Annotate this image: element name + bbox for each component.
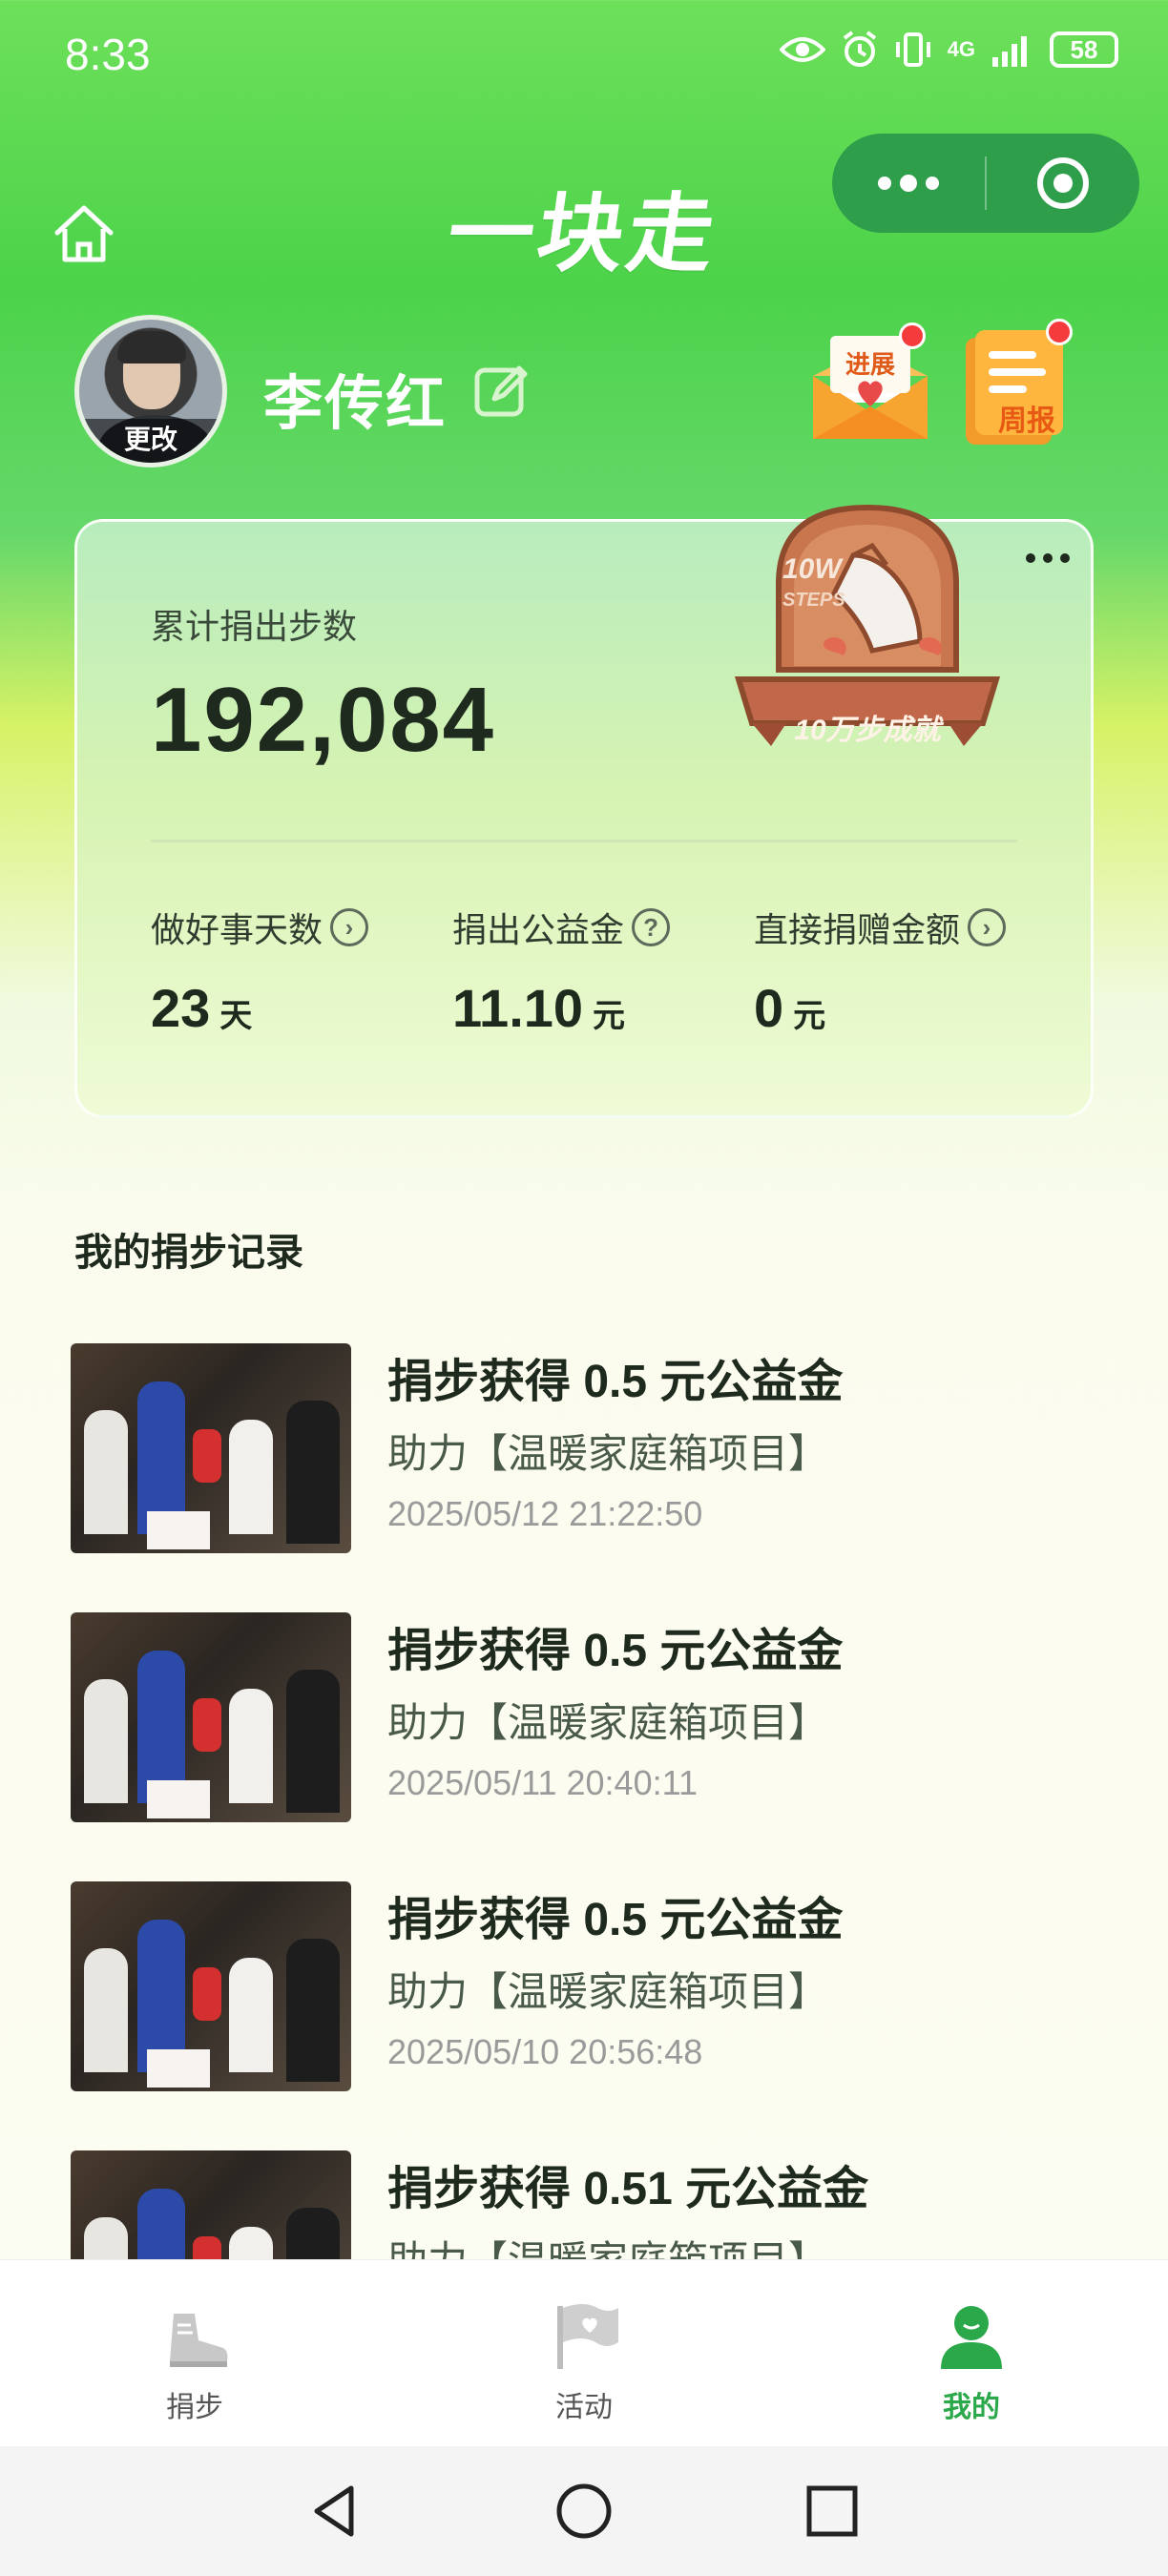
weekly-report-badge[interactable]: 周报 — [960, 319, 1073, 450]
flag-icon — [557, 2304, 618, 2369]
achievement-top: 10W — [782, 553, 842, 585]
recents-icon[interactable] — [802, 2481, 863, 2542]
eye-icon — [779, 37, 825, 62]
achievement-badge[interactable]: 10W STEPS 10万步成就 — [729, 498, 1006, 775]
record-title: 捐步获得 0.5 元公益金 — [387, 1895, 844, 1945]
total-steps-value: 192,084 — [151, 669, 496, 771]
direct-donation-stat[interactable]: 直接捐赠金额 › 0元 — [754, 903, 1007, 1039]
more-dots-icon — [878, 175, 939, 192]
alarm-icon — [843, 31, 876, 67]
tab-label: 我的 — [943, 2392, 1000, 2423]
target-icon — [1037, 157, 1089, 209]
avatar-change-label[interactable]: 更改 — [79, 419, 222, 463]
status-icons: 4G 58 — [779, 31, 1118, 69]
chevron-right-icon[interactable]: › — [330, 908, 369, 946]
bottom-tab-bar: 捐步 活动 我的 — [0, 2259, 1168, 2447]
good-deed-days-value: 23 — [151, 978, 211, 1038]
network-label: 4G — [947, 37, 975, 61]
tab-label: 捐步 — [166, 2392, 223, 2423]
record-title: 捐步获得 0.51 元公益金 — [387, 2164, 869, 2214]
charity-fund-unit: 元 — [593, 998, 626, 1034]
card-divider — [151, 840, 1017, 842]
good-deed-days-stat[interactable]: 做好事天数 › 23 天 — [151, 903, 369, 1039]
good-deed-days-label: 做好事天数 — [151, 910, 323, 949]
person-icon — [941, 2306, 1002, 2369]
edit-icon[interactable] — [471, 361, 531, 420]
vibrate-icon — [895, 32, 930, 67]
progress-badge-label: 进展 — [845, 350, 895, 379]
direct-donation-label: 直接捐赠金额 — [754, 910, 961, 949]
achievement-label: 10万步成就 — [794, 715, 941, 746]
list-item[interactable]: 捐步获得 0.5 元公益金 助力【温暖家庭箱项目】 2025/05/10 20:… — [71, 1881, 1120, 2091]
miniapp-capsule — [832, 134, 1139, 233]
status-time: 8:33 — [65, 30, 151, 79]
tab-activities[interactable]: 活动 — [489, 2298, 679, 2425]
shoe-icon — [170, 2314, 228, 2367]
progress-badge[interactable]: 进展 — [809, 322, 931, 448]
home-circle-icon[interactable] — [553, 2481, 615, 2542]
progress-notification-dot — [899, 322, 926, 349]
weekly-badge-label: 周报 — [998, 405, 1055, 437]
direct-donation-unit: 元 — [793, 998, 826, 1034]
more-menu-button[interactable] — [832, 134, 985, 233]
record-title: 捐步获得 0.5 元公益金 — [387, 1357, 844, 1407]
avatar[interactable]: 更改 — [74, 315, 227, 467]
tab-mine[interactable]: 我的 — [876, 2298, 1067, 2425]
system-navigation-bar — [0, 2446, 1168, 2576]
record-thumbnail — [71, 1612, 351, 1822]
charity-fund-value: 11.10 — [452, 978, 584, 1038]
record-time: 2025/05/12 21:22:50 — [387, 1494, 703, 1533]
list-item[interactable]: 捐步获得 0.5 元公益金 助力【温暖家庭箱项目】 2025/05/12 21:… — [71, 1343, 1120, 1553]
total-steps-label: 累计捐出步数 — [151, 607, 358, 646]
charity-fund-label: 捐出公益金 — [452, 910, 625, 949]
signal-icon — [992, 36, 1027, 67]
weekly-notification-dot — [1046, 319, 1073, 345]
username: 李传红 — [263, 371, 448, 437]
record-project: 助力【温暖家庭箱项目】 — [387, 1700, 829, 1745]
chevron-right-icon[interactable]: › — [968, 908, 1007, 946]
record-title: 捐步获得 0.5 元公益金 — [387, 1626, 844, 1676]
card-more-icon[interactable] — [1019, 544, 1076, 572]
record-project: 助力【温暖家庭箱项目】 — [387, 1969, 829, 2014]
record-project: 助力【温暖家庭箱项目】 — [387, 1431, 829, 1476]
tab-donate-steps[interactable]: 捐步 — [99, 2298, 290, 2425]
record-thumbnail — [71, 1881, 351, 2091]
direct-donation-value: 0 — [754, 978, 784, 1038]
charity-fund-stat[interactable]: 捐出公益金? 11.10 元 — [452, 903, 671, 1039]
avatar-hair — [117, 331, 186, 364]
record-time: 2025/05/11 20:40:11 — [387, 1763, 698, 1802]
record-thumbnail — [71, 1343, 351, 1553]
battery-icon: 58 — [1050, 31, 1118, 68]
question-icon[interactable]: ? — [632, 908, 671, 946]
good-deed-days-unit: 天 — [219, 998, 253, 1034]
achievement-sub: STEPS — [782, 590, 845, 611]
close-miniapp-button[interactable] — [987, 134, 1139, 233]
record-time: 2025/05/10 20:56:48 — [387, 2032, 703, 2071]
tab-label: 活动 — [555, 2392, 613, 2423]
list-item[interactable]: 捐步获得 0.5 元公益金 助力【温暖家庭箱项目】 2025/05/11 20:… — [71, 1612, 1120, 1822]
back-icon[interactable] — [305, 2481, 366, 2542]
records-section-title: 我的捐步记录 — [74, 1232, 303, 1274]
